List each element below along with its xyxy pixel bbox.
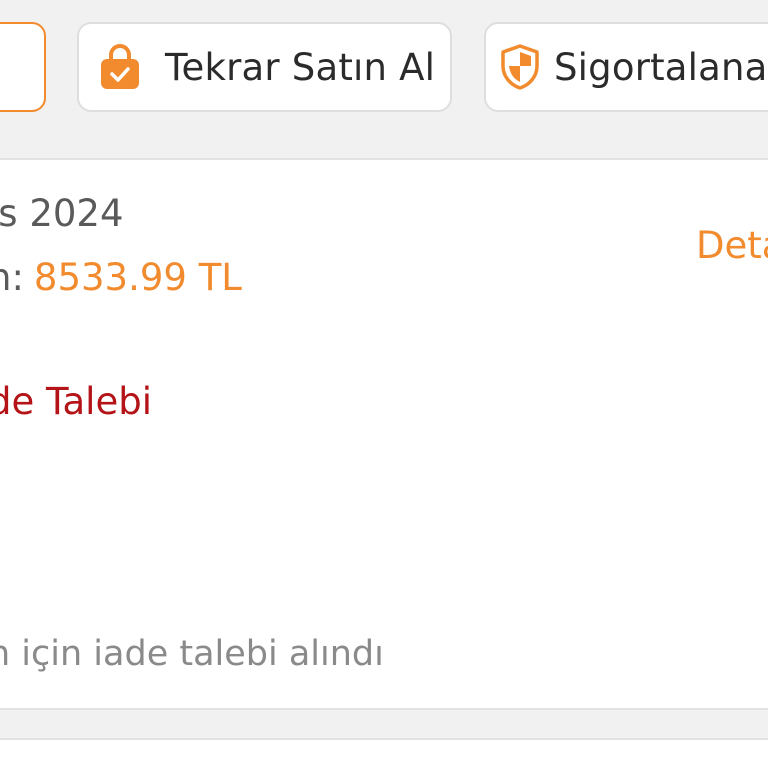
next-card <box>0 738 768 768</box>
action-pill-partial[interactable] <box>0 22 46 112</box>
return-status-title: de Talebi <box>0 380 152 423</box>
shield-icon <box>500 44 540 90</box>
return-status-description: n için iade talebi alındı <box>0 634 384 674</box>
reorder-label: Tekrar Satın Al <box>165 45 436 89</box>
order-date: ıs 2024 <box>0 192 124 235</box>
reorder-button[interactable]: Tekrar Satın Al <box>77 22 452 112</box>
order-total-label: n: <box>0 256 24 299</box>
order-summary-card: ıs 2024 n:8533.99 TL Deta <box>0 158 768 338</box>
shopping-bag-check-icon <box>99 43 141 91</box>
insurance-label: Sigortalanab <box>554 45 768 89</box>
return-status-card: de Talebi n için iade talebi alındı <box>0 336 768 710</box>
order-detail-screen: Tekrar Satın Al Sigortalanab ıs 2024 n:8… <box>0 0 768 768</box>
insurance-button[interactable]: Sigortalanab <box>484 22 768 112</box>
order-total: n:8533.99 TL <box>0 256 242 299</box>
order-total-value: 8533.99 TL <box>33 256 242 299</box>
order-detail-link[interactable]: Deta <box>696 224 768 267</box>
